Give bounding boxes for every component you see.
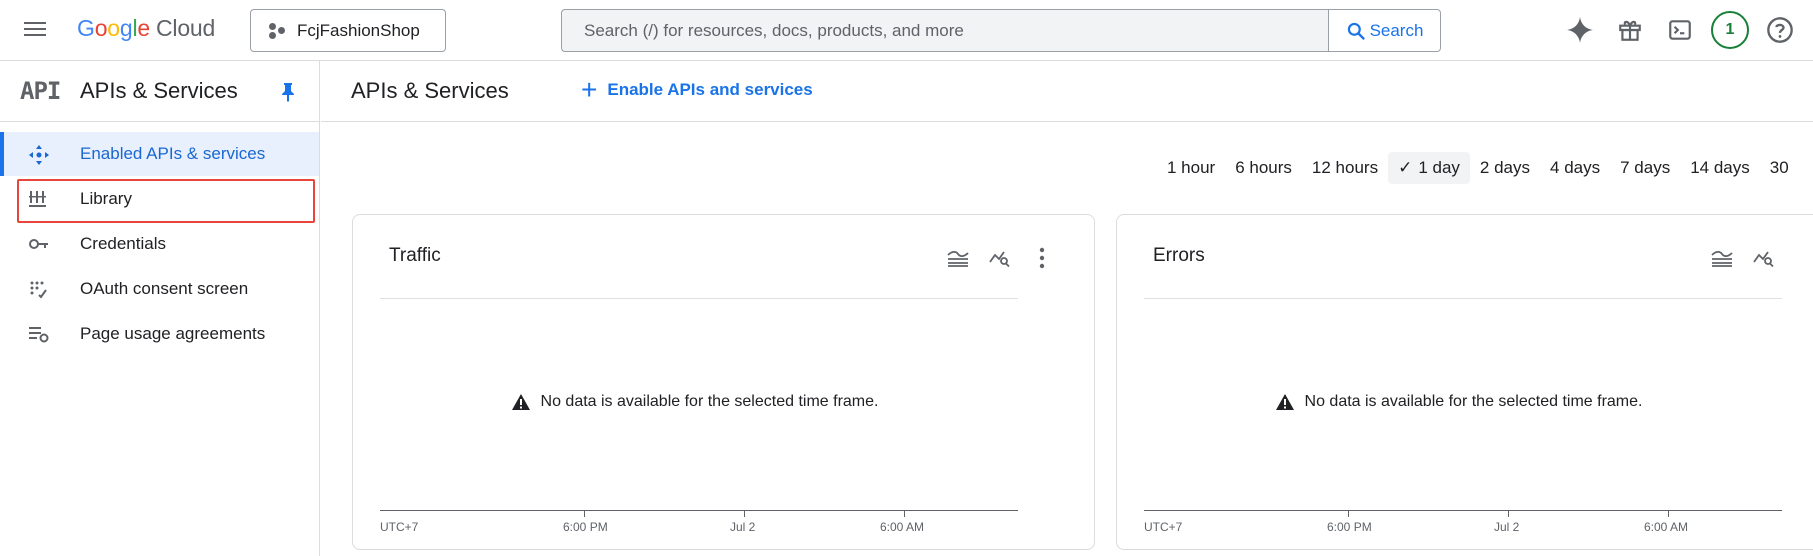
main-header: APIs & Services + Enable APIs and servic…	[321, 61, 1813, 122]
axis-label: Jul 2	[1494, 520, 1520, 534]
search-button-label: Search	[1369, 20, 1424, 40]
legend-toggle-icon[interactable]	[1707, 243, 1737, 273]
enable-apis-label: Enable APIs and services	[607, 80, 813, 99]
axis-label: 6:00 AM	[880, 520, 925, 534]
help-icon[interactable]	[1763, 13, 1797, 47]
sidebar-item-library[interactable]: Library	[0, 177, 319, 221]
gift-icon[interactable]	[1613, 13, 1647, 47]
time-option-4d[interactable]: 4 days	[1540, 152, 1610, 184]
project-icon	[267, 21, 287, 41]
sidebar-item-page-usage[interactable]: Page usage agreements	[0, 312, 319, 356]
sidebar-item-oauth[interactable]: OAuth consent screen	[0, 267, 319, 311]
legend-toggle-icon[interactable]	[943, 243, 973, 273]
more-options-icon[interactable]	[1027, 243, 1057, 273]
axis-label: 6:00 AM	[1644, 520, 1689, 534]
project-name: FcjFashionShop	[297, 20, 420, 40]
time-option-12h[interactable]: 12 hours	[1302, 152, 1388, 184]
logo-letter: e	[137, 15, 150, 41]
sidebar-item-label: Credentials	[80, 234, 166, 253]
time-option-30d[interactable]: 30	[1760, 152, 1799, 184]
sidebar-item-label: Page usage agreements	[80, 324, 266, 343]
logo-letter: o	[94, 15, 108, 41]
traffic-card: Traffic No data is available for the sel…	[352, 214, 1095, 550]
axis-tick	[1668, 511, 1669, 517]
axis-tick	[584, 511, 585, 517]
project-selector-button[interactable]: FcjFashionShop	[250, 9, 446, 52]
errors-card: Errors No data is available for the sele…	[1116, 214, 1813, 550]
time-option-14d[interactable]: 14 days	[1680, 152, 1760, 184]
key-icon	[28, 234, 50, 254]
card-title: Traffic	[389, 245, 441, 266]
top-bar: Google Cloud FcjFashionShop Search (/) fo…	[0, 0, 1813, 61]
enabled-apis-icon	[28, 144, 50, 165]
card-divider	[1144, 298, 1782, 299]
axis-label: Jul 2	[730, 520, 756, 534]
axis-label: UTC+7	[1144, 520, 1183, 534]
menu-icon[interactable]	[22, 18, 48, 42]
search-input[interactable]: Search (/) for resources, docs, products…	[561, 9, 1329, 52]
enable-apis-button[interactable]: + Enable APIs and services	[581, 74, 813, 105]
warning-icon	[511, 394, 530, 410]
search-icon	[1347, 22, 1365, 40]
gemini-icon[interactable]	[1563, 13, 1597, 47]
api-logo-icon: API	[20, 77, 61, 105]
card-divider	[380, 298, 1018, 299]
page-title: APIs & Services	[351, 78, 509, 103]
logo-letter: g	[119, 15, 133, 41]
no-data-message: No data is available for the selected ti…	[1117, 393, 1813, 411]
axis-label: 6:00 PM	[563, 520, 608, 534]
sidebar-item-label: Library	[80, 189, 132, 208]
logo-letter: G	[77, 15, 95, 41]
search-button[interactable]: Search	[1329, 9, 1441, 52]
axis-tick	[1508, 511, 1509, 517]
axis-tick	[904, 511, 905, 517]
x-axis	[380, 510, 1018, 511]
sidebar-header: API APIs & Services	[0, 61, 320, 122]
axis-tick	[1348, 511, 1349, 517]
logo-cloud-text: Cloud	[156, 15, 216, 41]
sidebar-title: APIs & Services	[80, 78, 238, 103]
library-icon	[28, 189, 50, 209]
time-option-7d[interactable]: 7 days	[1610, 152, 1680, 184]
no-data-message: No data is available for the selected ti…	[353, 393, 1096, 411]
time-option-6h[interactable]: 6 hours	[1225, 152, 1302, 184]
no-data-text: No data is available for the selected ti…	[540, 393, 879, 410]
sidebar-item-enabled-apis[interactable]: Enabled APIs & services	[0, 132, 319, 176]
plus-icon: +	[581, 74, 598, 105]
x-axis	[1144, 510, 1782, 511]
oauth-icon	[28, 279, 50, 299]
check-icon: ✓	[1398, 158, 1413, 177]
google-cloud-logo[interactable]: Google Cloud	[77, 15, 215, 42]
time-option-label: 1 day	[1418, 158, 1460, 177]
no-data-text: No data is available for the selected ti…	[1304, 393, 1643, 410]
logo-letter: o	[107, 15, 120, 41]
sidebar-item-label: OAuth consent screen	[80, 279, 249, 298]
explore-chart-icon[interactable]	[985, 243, 1015, 273]
notification-badge[interactable]: 1	[1711, 11, 1749, 49]
time-option-1h[interactable]: 1 hour	[1157, 152, 1225, 184]
cloud-shell-icon[interactable]	[1663, 13, 1697, 47]
axis-label: UTC+7	[380, 520, 419, 534]
time-range-selector: 1 hour 6 hours 12 hours ✓ 1 day 2 days 4 …	[1157, 152, 1799, 184]
sidebar-item-credentials[interactable]: Credentials	[0, 222, 319, 266]
card-title: Errors	[1153, 245, 1205, 266]
sidebar: API APIs & Services Enabled APIs & servi…	[0, 61, 320, 556]
search-placeholder: Search (/) for resources, docs, products…	[584, 20, 964, 40]
time-option-1d[interactable]: ✓ 1 day	[1388, 152, 1470, 184]
explore-chart-icon[interactable]	[1749, 243, 1779, 273]
axis-label: 6:00 PM	[1327, 520, 1372, 534]
time-option-2d[interactable]: 2 days	[1470, 152, 1540, 184]
settings-list-icon	[28, 324, 50, 344]
sidebar-item-label: Enabled APIs & services	[80, 144, 266, 163]
axis-tick	[744, 511, 745, 517]
pin-icon[interactable]	[280, 82, 296, 107]
warning-icon	[1275, 394, 1294, 410]
